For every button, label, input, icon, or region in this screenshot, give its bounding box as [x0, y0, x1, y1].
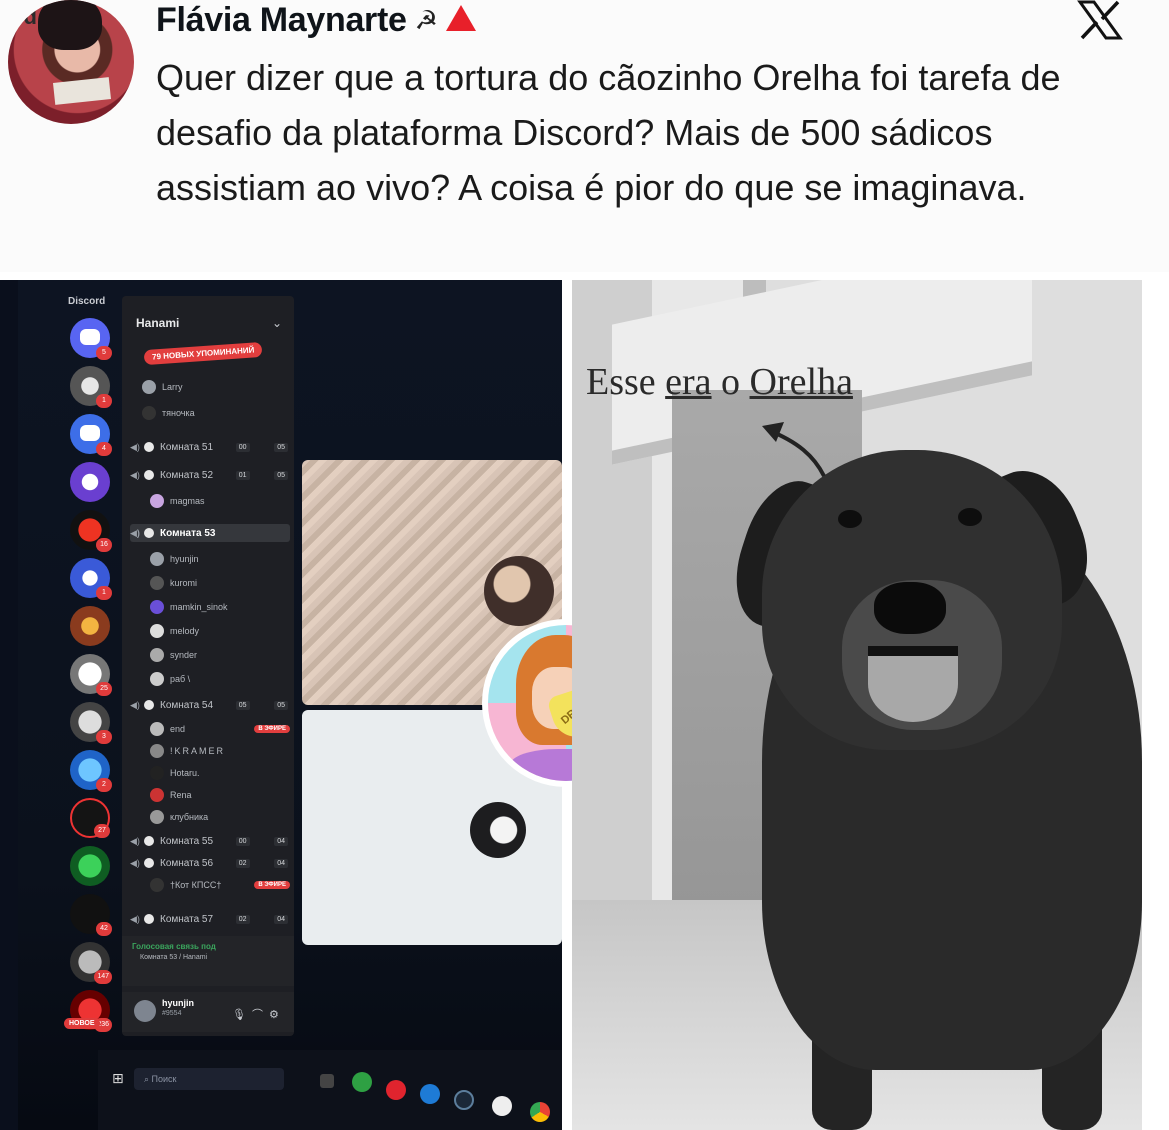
member-row[interactable]: mamkin_sinok: [150, 598, 290, 616]
voice-channel-54[interactable]: ◀) Комната 54 05 05: [130, 696, 290, 714]
member-row[interactable]: hyunjin: [150, 550, 290, 568]
server-icon[interactable]: [70, 846, 110, 886]
voice-channel-56[interactable]: ◀) Комната 56 02 04: [130, 854, 290, 872]
dog-mouth: [868, 646, 958, 722]
taskbar-search[interactable]: ⌕ Поиск: [134, 1068, 284, 1090]
member-row[interactable]: kuromi: [150, 574, 290, 592]
avatar-object: [53, 77, 111, 105]
server-icon[interactable]: 1: [70, 558, 112, 600]
member-row[interactable]: synder: [150, 646, 290, 664]
member-row[interactable]: Hotaru.: [150, 764, 290, 782]
server-icon[interactable]: 42: [70, 894, 112, 936]
new-mentions-pill[interactable]: 79 НОВЫХ УПОМИНАНИЙ: [143, 341, 263, 366]
media-player-icon[interactable]: [492, 1096, 512, 1116]
voice-channel-57[interactable]: ◀) Комната 57 02 04: [130, 910, 290, 928]
voice-channel-51[interactable]: ◀) Комната 51 00 05: [130, 438, 290, 456]
author-row: Flávia Maynarte ☭: [156, 0, 476, 40]
live-badge: В ЭФИРЕ: [254, 725, 290, 733]
hammer-sickle-icon: ☭: [414, 4, 438, 35]
voice-status: Голосовая связь под: [132, 942, 216, 951]
speaker-icon: ◀): [130, 441, 140, 452]
new-messages-pill[interactable]: НОВОЕ: [64, 1018, 100, 1029]
member-row[interactable]: melody: [150, 622, 290, 640]
x-logo-icon[interactable]: [1076, 0, 1124, 40]
voice-channel-55[interactable]: ◀) Комната 55 00 04: [130, 832, 290, 850]
server-icon[interactable]: [70, 606, 110, 646]
server-icon[interactable]: 147: [70, 942, 112, 984]
voice-location[interactable]: Комната 53 / Hanami: [140, 954, 207, 961]
dog-nose: [874, 582, 946, 634]
current-username: hyunjin: [162, 998, 194, 1008]
windows-taskbar: ⊞ ⌕ Поиск: [98, 1050, 562, 1130]
server-icon[interactable]: 16: [70, 510, 112, 552]
chevron-down-icon[interactable]: ⌄: [272, 316, 282, 330]
server-icon[interactable]: 4: [70, 414, 112, 456]
avatar[interactable]: [134, 1000, 156, 1022]
tweet-card: od Flávia Maynarte ☭ Quer dizer que a to…: [0, 0, 1169, 272]
discord-screen-photo: Discord 5 1 4 16 1 25 3 2 27 42 147 236 …: [0, 280, 562, 1130]
opera-icon[interactable]: [386, 1080, 406, 1100]
tweet-text: Quer dizer que a tortura do cãozinho Ore…: [156, 57, 1061, 208]
live-badge: В ЭФИРЕ: [254, 881, 290, 889]
speaker-icon: ◀): [130, 913, 140, 924]
avatar: [142, 380, 156, 394]
speaker-icon: ◀): [130, 857, 140, 868]
server-list: 5 1 4 16 1 25 3 2 27 42 147 236 НОВОЕ: [62, 310, 118, 1050]
author-avatar[interactable]: od: [8, 0, 134, 124]
speaker-icon: ◀): [130, 469, 140, 480]
voice-channel-53[interactable]: ◀) Комната 53: [130, 524, 290, 542]
xbox-icon[interactable]: [352, 1072, 372, 1092]
windows-start-icon[interactable]: ⊞: [112, 1070, 124, 1087]
server-name[interactable]: Hanami: [136, 316, 179, 330]
speaker-icon: ◀): [130, 527, 140, 538]
server-icon[interactable]: 25: [70, 654, 112, 696]
avatar-hair: [38, 0, 102, 50]
member-row[interactable]: †Кот КПСС† В ЭФИРЕ: [150, 876, 290, 894]
avatar-tag: od: [10, 4, 37, 29]
voice-channel-52[interactable]: ◀) Комната 52 01 05: [130, 466, 290, 484]
speaker-icon: ◀): [130, 835, 140, 846]
dog-eye: [838, 510, 862, 528]
member-row[interactable]: раб \: [150, 670, 290, 688]
member-row[interactable]: клубника: [150, 808, 290, 826]
member-row[interactable]: end В ЭФИРЕ: [150, 720, 290, 738]
server-icon[interactable]: 2: [70, 750, 112, 792]
participant-avatar: [484, 556, 554, 626]
user-panel: hyunjin #9554 🎙⌒⚙: [122, 992, 294, 1032]
member-row[interactable]: Rena: [150, 786, 290, 804]
edge-icon[interactable]: [420, 1084, 440, 1104]
member-row[interactable]: тяночка: [142, 404, 282, 422]
pointer-arrow-icon: [762, 422, 826, 477]
dog-photo: Esse era o Orelha: [572, 280, 1142, 1130]
member-row[interactable]: magmas: [150, 492, 290, 510]
server-icon[interactable]: 1: [70, 366, 112, 408]
dog-caption: Esse era o Orelha: [586, 361, 853, 403]
steam-icon[interactable]: [454, 1090, 474, 1110]
server-icon[interactable]: [70, 462, 110, 502]
speaker-icon: ◀): [130, 699, 140, 710]
mic-headset-settings-icons[interactable]: 🎙⌒⚙: [232, 1006, 285, 1022]
chrome-icon[interactable]: [530, 1102, 550, 1122]
discord-app-label: Discord: [68, 296, 106, 307]
member-row[interactable]: !KRAMER: [150, 742, 290, 760]
server-icon[interactable]: 27: [70, 798, 110, 838]
server-icon[interactable]: 3: [70, 702, 112, 744]
dog-eye: [958, 508, 982, 526]
current-user-tag: #9554: [162, 1010, 182, 1017]
channel-sidebar: Hanami ⌄ 79 НОВЫХ УПОМИНАНИЙ Larry тяноч…: [122, 296, 294, 1036]
discord-home-icon[interactable]: 5: [70, 318, 112, 360]
avatar: [142, 406, 156, 420]
member-row[interactable]: Larry: [142, 378, 282, 396]
task-view-icon[interactable]: [320, 1074, 334, 1088]
red-triangle-icon: [445, 5, 476, 31]
author-name[interactable]: Flávia Maynarte: [156, 1, 407, 40]
voice-connection-panel: Голосовая связь под Комната 53 / Hanami: [122, 936, 294, 986]
participant-avatar: [470, 802, 526, 858]
